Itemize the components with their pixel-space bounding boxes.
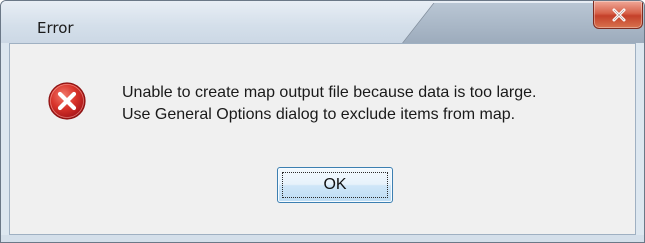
message-line: Unable to create map output file because… [122, 84, 537, 101]
message-line: Use General Options dialog to exclude it… [122, 106, 516, 123]
close-icon [612, 8, 626, 22]
window-bottom-border [1, 235, 644, 242]
close-button[interactable] [593, 1, 643, 29]
window-title: Error [37, 19, 74, 37]
error-icon [48, 82, 86, 120]
error-dialog-window: Error Unable to create map output file b… [0, 0, 645, 243]
ok-button-label: OK [323, 176, 347, 193]
ok-button[interactable]: OK [277, 167, 393, 203]
dialog-content: Unable to create map output file because… [9, 43, 636, 235]
title-bar[interactable]: Error [1, 1, 644, 43]
error-message: Unable to create map output file because… [122, 82, 536, 126]
